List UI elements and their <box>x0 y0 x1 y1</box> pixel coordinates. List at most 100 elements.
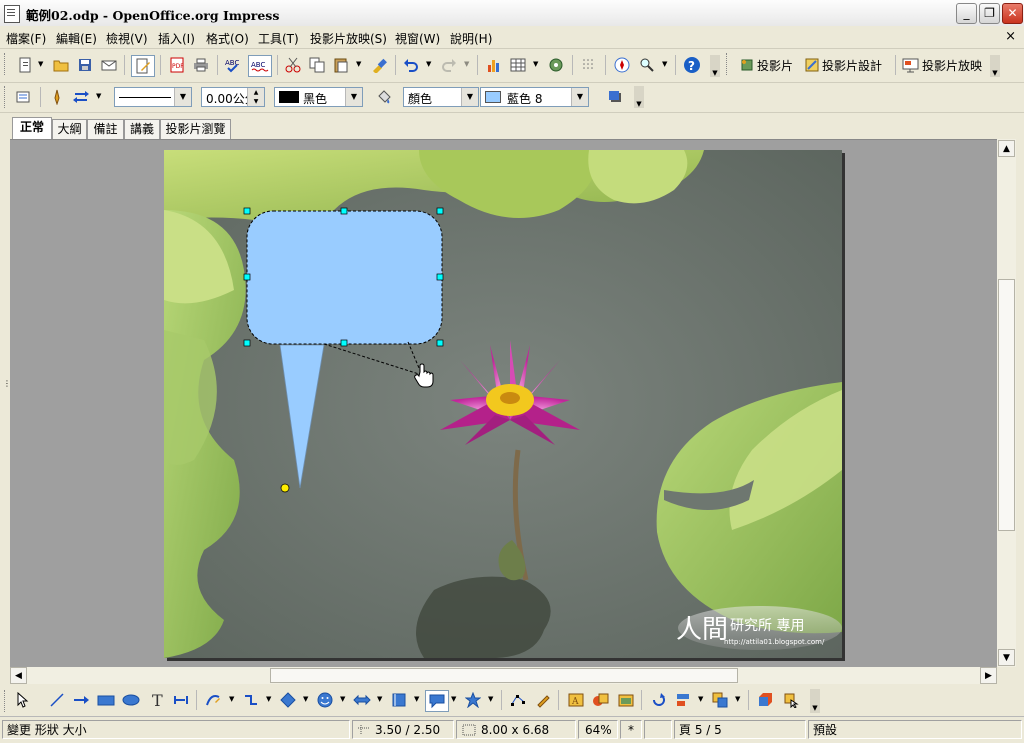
symbol-shapes-icon[interactable] <box>314 690 336 710</box>
line-style-select[interactable]: ▼ <box>114 87 192 107</box>
flowchart-icon[interactable] <box>388 690 410 710</box>
menu-window[interactable]: 視窗(W) <box>395 30 440 47</box>
email-icon[interactable] <box>98 55 120 75</box>
vertical-scrollbar[interactable]: ▲ ▼ <box>997 139 1016 667</box>
vertical-scroll-thumb[interactable] <box>998 279 1015 531</box>
align-icon[interactable] <box>672 690 694 710</box>
points-icon[interactable] <box>507 690 529 710</box>
menu-slideshow[interactable]: 投影片放映(S) <box>310 30 387 47</box>
slide-button-label[interactable]: 投影片 <box>757 57 793 74</box>
slideshow-icon[interactable] <box>900 55 922 75</box>
block-arrows-dropdown-icon[interactable]: ▼ <box>377 695 382 703</box>
zoom-icon[interactable] <box>636 55 658 75</box>
styles-formatting-icon[interactable] <box>12 87 34 107</box>
help-icon[interactable]: ? <box>681 55 703 75</box>
new-icon[interactable] <box>14 55 36 75</box>
zoom-dropdown-icon[interactable]: ▼ <box>662 60 667 68</box>
slide-icon[interactable] <box>736 55 758 75</box>
from-file-icon[interactable] <box>590 690 612 710</box>
save-icon[interactable] <box>74 55 96 75</box>
redo-icon[interactable] <box>438 55 460 75</box>
menu-insert[interactable]: 插入(I) <box>158 30 195 47</box>
open-icon[interactable] <box>50 55 72 75</box>
symbol-shapes-dropdown-icon[interactable]: ▼ <box>340 695 345 703</box>
basic-shapes-dropdown-icon[interactable]: ▼ <box>303 695 308 703</box>
impress-app-icon[interactable] <box>4 5 20 23</box>
arrange-dropdown-icon[interactable]: ▼ <box>735 695 740 703</box>
scroll-right-icon[interactable]: ▶ <box>980 667 997 684</box>
slide-design-icon[interactable] <box>801 55 823 75</box>
chevron-down-icon[interactable]: ▼ <box>571 88 588 106</box>
compass-icon[interactable] <box>611 55 633 75</box>
toolbar-grip[interactable] <box>4 86 8 108</box>
minimize-button[interactable]: _ <box>956 3 977 24</box>
basic-shapes-icon[interactable] <box>277 690 299 710</box>
slide-workspace[interactable]: 人間 研究所 專用 http://attila01.blogspot.com/ <box>10 139 997 668</box>
scroll-down-icon[interactable]: ▼ <box>998 649 1015 666</box>
horizontal-scrollbar[interactable]: ◀ ▶ <box>10 667 997 684</box>
arrange-icon[interactable] <box>709 690 731 710</box>
undo-dropdown-icon[interactable]: ▼ <box>426 60 431 68</box>
paste-dropdown-icon[interactable]: ▼ <box>356 60 361 68</box>
arrow-style-dropdown-icon[interactable]: ▼ <box>96 92 101 100</box>
menu-file[interactable]: 檔案(F) <box>6 30 46 47</box>
callouts-dropdown-icon[interactable]: ▼ <box>451 695 456 703</box>
align-dropdown-icon[interactable]: ▼ <box>698 695 703 703</box>
copy-icon[interactable] <box>306 55 328 75</box>
new-dropdown-icon[interactable]: ▼ <box>38 60 43 68</box>
close-button[interactable]: ✕ <box>1002 3 1023 24</box>
arrow-style-icon[interactable] <box>70 87 92 107</box>
flowchart-dropdown-icon[interactable]: ▼ <box>414 695 419 703</box>
edit-file-icon[interactable] <box>131 55 155 77</box>
fontwork-icon[interactable]: A <box>565 690 587 710</box>
chevron-down-icon[interactable]: ▼ <box>345 88 362 106</box>
slideshow-button-label[interactable]: 投影片放映 <box>922 57 982 74</box>
select-icon[interactable] <box>12 690 34 710</box>
rotate-icon[interactable] <box>648 690 670 710</box>
print-icon[interactable] <box>190 55 212 75</box>
curve-icon[interactable] <box>202 690 224 710</box>
table-icon[interactable] <box>507 55 529 75</box>
block-arrows-icon[interactable] <box>351 690 373 710</box>
menu-tools[interactable]: 工具(T) <box>258 30 299 47</box>
pdf-icon[interactable]: PDF <box>166 55 188 75</box>
callout-tail-handle[interactable] <box>280 483 290 493</box>
undo-icon[interactable] <box>400 55 422 75</box>
connector-icon[interactable] <box>170 690 192 710</box>
autospell-icon[interactable]: ABC <box>248 55 272 77</box>
line-color-select[interactable]: 黑色 ▼ <box>274 87 363 107</box>
line-tool-icon[interactable] <box>46 690 68 710</box>
chart-icon[interactable] <box>483 55 505 75</box>
redo-dropdown-icon[interactable]: ▼ <box>464 60 469 68</box>
rectangle-icon[interactable] <box>95 690 117 710</box>
cut-icon[interactable] <box>282 55 304 75</box>
line-width-spinner[interactable]: 0.00公分 ▲ ▼ <box>201 87 265 107</box>
close-document-button[interactable]: × <box>1005 29 1016 44</box>
shadow-icon[interactable] <box>604 87 626 107</box>
tab-normal[interactable]: 正常 <box>12 117 52 140</box>
slide-pane-divider[interactable]: ⋮ <box>0 139 11 684</box>
horizontal-scroll-thumb[interactable] <box>270 668 738 683</box>
chevron-down-icon[interactable]: ▼ <box>174 88 191 106</box>
lines-dropdown-icon[interactable]: ▼ <box>266 695 271 703</box>
slide-canvas[interactable]: 人間 研究所 專用 http://attila01.blogspot.com/ <box>164 150 842 658</box>
interaction-icon[interactable] <box>780 690 802 710</box>
display-grid-icon[interactable] <box>578 55 600 75</box>
ellipse-icon[interactable] <box>120 690 142 710</box>
slide-design-label[interactable]: 投影片設計 <box>822 57 882 74</box>
stars-dropdown-icon[interactable]: ▼ <box>488 695 493 703</box>
area-fill-select[interactable]: 藍色 8 ▼ <box>480 87 589 107</box>
spellcheck-icon[interactable]: ABC <box>223 55 245 75</box>
restore-button[interactable]: ❐ <box>979 3 1000 24</box>
menu-view[interactable]: 檢視(V) <box>106 30 148 47</box>
toolbar-overflow-icon[interactable]: ▼ <box>710 55 720 77</box>
table-dropdown-icon[interactable]: ▼ <box>533 60 538 68</box>
area-fill-bucket-icon[interactable] <box>373 87 395 107</box>
line-icon[interactable] <box>46 87 68 107</box>
menu-edit[interactable]: 編輯(E) <box>56 30 97 47</box>
toolbar-grip[interactable] <box>4 53 8 75</box>
tab-slide-sorter[interactable]: 投影片瀏覽 <box>160 119 231 139</box>
tab-handout[interactable]: 講義 <box>124 119 160 139</box>
toolbar-overflow-icon[interactable]: ▼ <box>990 55 1000 77</box>
gallery-icon[interactable] <box>615 690 637 710</box>
